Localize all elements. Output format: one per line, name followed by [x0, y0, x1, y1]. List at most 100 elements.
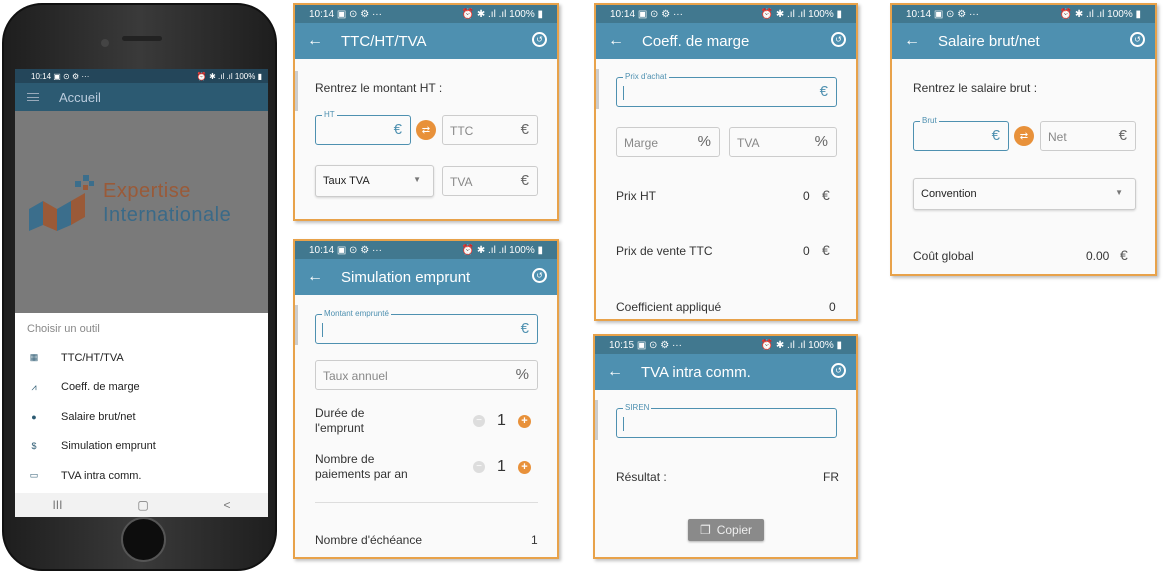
status-icons: ▣ ⊙ ⚙ ··· — [636, 339, 682, 351]
tool-item-marge[interactable]: ⩘ Coeff. de marge — [15, 373, 268, 403]
status-icons: ▣ ⊙ ⚙ ··· — [933, 8, 979, 20]
page-title: Coeff. de marge — [642, 32, 750, 50]
echeance-value: 1 — [531, 533, 538, 547]
prix-vente-value: 0 — [803, 244, 810, 258]
taux-annuel-placeholder: Taux annuel — [323, 369, 388, 383]
prix-vente-label: Prix de vente TTC — [616, 244, 713, 258]
euro-icon: € — [1120, 247, 1128, 263]
tva-input[interactable]: TVA € — [442, 166, 538, 196]
duree-plus-button[interactable]: + — [518, 415, 531, 428]
tva-input[interactable]: TVA % — [729, 127, 837, 157]
prix-ht-label: Prix HT — [616, 189, 656, 203]
marge-input[interactable]: Marge % — [616, 127, 720, 157]
tva-placeholder: TVA — [450, 175, 473, 189]
siren-input[interactable]: SIREN — [616, 403, 837, 438]
tool-item-salaire[interactable]: ● Salaire brut/net — [15, 402, 268, 432]
status-time: 10:14 — [610, 8, 636, 20]
net-input[interactable]: Net € — [1040, 121, 1136, 151]
back-arrow-icon[interactable]: ← — [608, 32, 626, 50]
euro-icon: € — [520, 172, 529, 189]
tool-item-label: TTC/HT/TVA — [61, 351, 124, 364]
euro-icon: € — [822, 187, 830, 203]
phone-mockup: 10:14 ▣ ⊙ ⚙ ··· ⏰ ✱ .ıl .ıl 100% ▮ Accue… — [2, 3, 277, 571]
back-arrow-icon[interactable]: ← — [307, 268, 325, 286]
panel-marge: 10:14 ▣ ⊙ ⚙ ··· ⏰ ✱ .ıl .ıl 100% ▮ ← Coe… — [594, 3, 858, 321]
history-icon[interactable]: ↺ — [532, 32, 547, 47]
splash-logo-area: Expertise Internationale — [15, 111, 268, 313]
home-appbar: Accueil — [15, 83, 268, 111]
resultat-label: Résultat : — [616, 470, 667, 484]
swap-icon[interactable]: ⇄ — [416, 120, 436, 140]
coeff-value: 0 — [829, 300, 836, 314]
ttc-input[interactable]: TTC € — [442, 115, 538, 145]
chevron-down-icon: ▼ — [1115, 188, 1123, 197]
status-bar: 10:14 ▣ ⊙ ⚙ ··· ⏰ ✱ .ıl .ıl 100% ▮ — [295, 241, 557, 259]
history-icon[interactable]: ↺ — [831, 32, 846, 47]
scroll-edge — [295, 71, 298, 111]
home-button[interactable]: ▢ — [137, 498, 148, 512]
ht-input[interactable]: HT € — [315, 110, 411, 145]
paiements-label: Nombre de paiements par an — [315, 452, 408, 482]
panel-intra: 10:15 ▣ ⊙ ⚙ ··· ⏰ ✱ .ıl .ıl 100% ▮ ← TVA… — [593, 334, 858, 559]
montant-input[interactable]: Montant emprunté € — [315, 309, 538, 344]
duree-value: 1 — [497, 412, 506, 429]
prix-achat-input[interactable]: Prix d'achat € — [616, 72, 837, 107]
history-icon[interactable]: ↺ — [532, 268, 547, 283]
appbar: ← Simulation emprunt ↺ — [295, 259, 557, 295]
appbar: ← Coeff. de marge ↺ — [596, 23, 856, 59]
panel-body: Rentrez le montant HT : HT € ⇄ TTC € Tau… — [295, 59, 557, 219]
duree-minus-button[interactable]: − — [473, 415, 485, 427]
history-icon[interactable]: ↺ — [1130, 32, 1145, 47]
duree-label: Durée de l'emprunt — [315, 406, 364, 436]
brut-input[interactable]: Brut € — [913, 116, 1009, 151]
status-icons: ▣ ⊙ ⚙ ··· — [336, 244, 382, 256]
copy-icon: ❐ — [699, 523, 711, 537]
home-title: Accueil — [59, 89, 101, 105]
back-arrow-icon[interactable]: ← — [607, 363, 625, 381]
tool-item-label: Salaire brut/net — [61, 410, 136, 423]
status-right: ⏰ ✱ .ıl .ıl 100% ▮ — [461, 244, 543, 256]
status-time: 10:14 — [309, 8, 335, 20]
status-bar: 10:14 ▣ ⊙ ⚙ ··· ⏰ ✱ .ıl .ıl 100% ▮ — [295, 5, 557, 23]
duree-label-line-1: Durée de — [315, 406, 365, 420]
status-icons: ▣ ⊙ ⚙ ··· — [53, 71, 90, 81]
euro-icon: € — [520, 121, 529, 138]
taux-tva-select[interactable]: Taux TVA ▼ — [315, 165, 434, 197]
convention-select[interactable]: Convention ▼ — [913, 178, 1136, 210]
tool-item-label: Coeff. de marge — [61, 381, 140, 394]
copy-button[interactable]: ❐ Copier — [688, 519, 764, 541]
tool-item-intra[interactable]: ▭ TVA intra comm. — [15, 461, 268, 491]
copy-label: Copier — [716, 523, 753, 537]
back-arrow-icon[interactable]: ← — [904, 32, 922, 50]
coeff-label: Coefficient appliqué — [616, 300, 722, 314]
euro-icon: € — [819, 83, 828, 100]
phone-camera — [101, 39, 109, 47]
percent-icon: % — [697, 133, 711, 150]
history-icon[interactable]: ↺ — [831, 363, 846, 378]
status-time: 10:14 — [906, 8, 932, 20]
paiements-minus-button[interactable]: − — [473, 461, 485, 473]
status-time: 10:14 — [309, 244, 335, 256]
paiements-plus-button[interactable]: + — [518, 461, 531, 474]
hand-coin-icon: $ — [31, 441, 37, 452]
panel-ttc: 10:14 ▣ ⊙ ⚙ ··· ⏰ ✱ .ıl .ıl 100% ▮ ← TTC… — [293, 3, 559, 221]
tool-sheet-title: Choisir un outil — [27, 323, 100, 335]
percent-icon: % — [814, 133, 828, 150]
logo-icon — [29, 175, 94, 231]
tool-item-ttc[interactable]: ▦ TTC/HT/TVA — [15, 343, 268, 373]
logo-text: Expertise Internationale — [103, 179, 231, 227]
back-arrow-icon[interactable]: ← — [307, 32, 325, 50]
phone-home-button — [121, 517, 166, 562]
swap-icon[interactable]: ⇄ — [1014, 126, 1034, 146]
tool-item-emprunt[interactable]: $ Simulation emprunt — [15, 432, 268, 462]
taux-annuel-input[interactable]: Taux annuel % — [315, 360, 538, 390]
menu-icon[interactable] — [27, 93, 39, 101]
back-button[interactable]: < — [224, 498, 231, 512]
chevron-down-icon: ▼ — [413, 175, 421, 184]
status-time: 10:15 — [609, 339, 635, 351]
recents-button[interactable]: III — [52, 498, 62, 512]
panel-body: Montant emprunté € Taux annuel % Durée d… — [295, 295, 557, 557]
paiements-label-line-1: Nombre de — [315, 452, 375, 466]
ht-floating-label: HT — [322, 110, 337, 119]
euro-icon: € — [991, 127, 1000, 144]
